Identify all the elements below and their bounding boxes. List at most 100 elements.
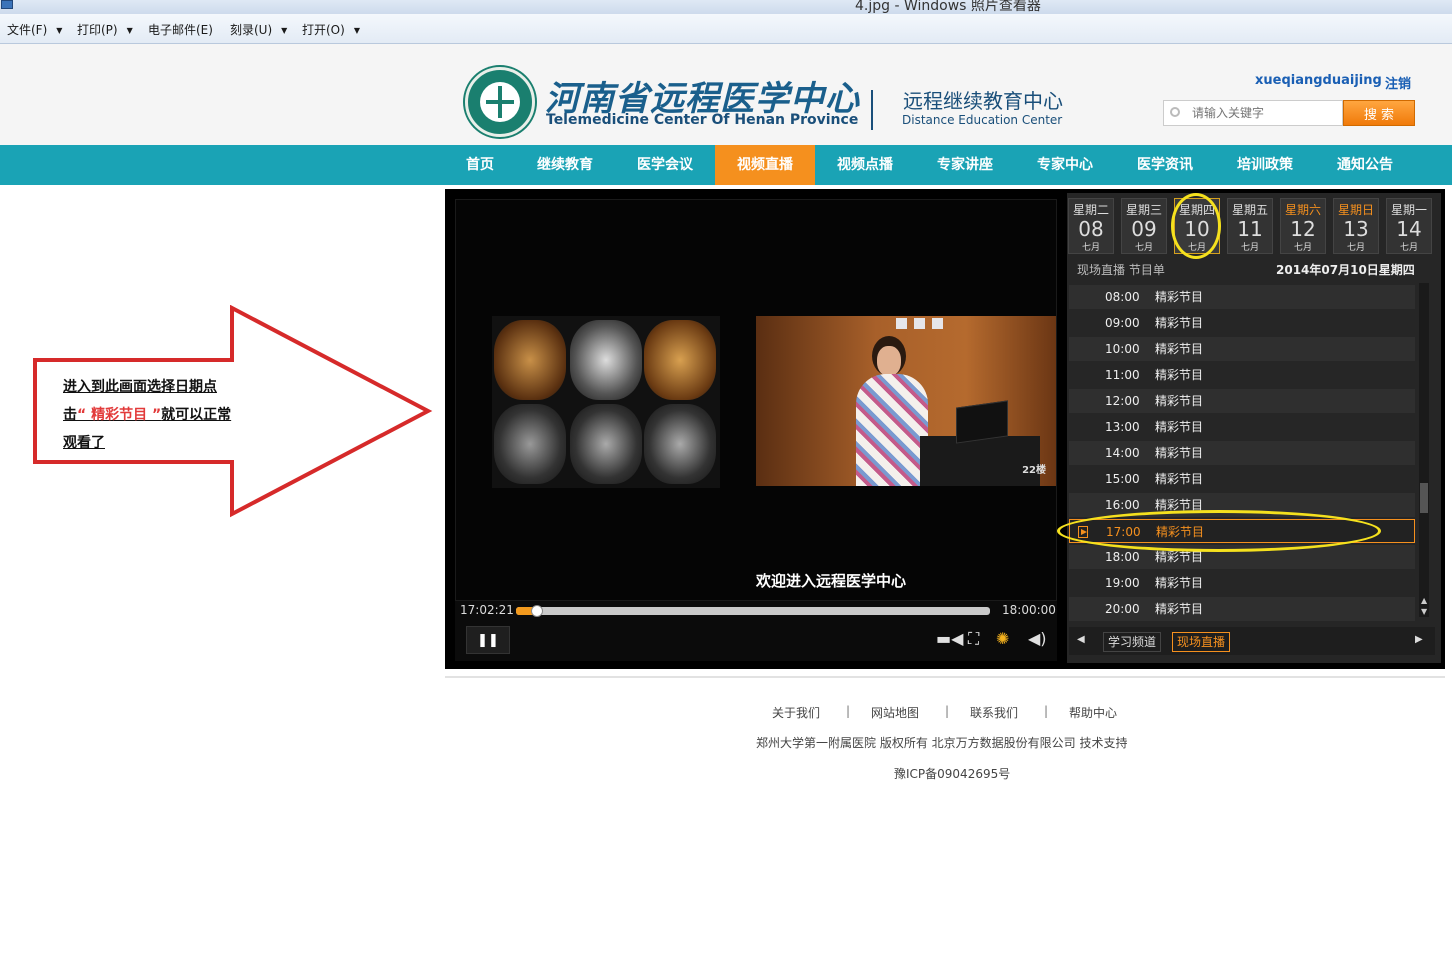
program-row[interactable]: 14:00 精彩节目 bbox=[1069, 441, 1415, 465]
nav-live-video[interactable]: 视频直播 bbox=[715, 145, 815, 185]
fullscreen-icon[interactable]: ⛶ bbox=[968, 629, 979, 649]
chevron-right-icon[interactable]: ▶ bbox=[1415, 634, 1423, 645]
day-weekday: 星期五 bbox=[1231, 203, 1268, 217]
program-name[interactable]: 精彩节目 bbox=[1155, 285, 1203, 309]
nav-training-policy[interactable]: 培训政策 bbox=[1225, 145, 1305, 185]
program-name[interactable]: 精彩节目 bbox=[1155, 337, 1203, 361]
program-row[interactable]: 09:00 精彩节目 bbox=[1069, 311, 1415, 335]
current-time: 17:02:21 bbox=[460, 603, 514, 617]
volume-icon[interactable]: ◀) bbox=[1028, 629, 1047, 648]
menu-open[interactable]: 打开(O) ▼ bbox=[302, 21, 360, 38]
day-month: 七月 bbox=[1399, 243, 1418, 253]
menu-print-label: 打印(P) bbox=[77, 23, 118, 37]
footer-separator: | bbox=[846, 704, 851, 718]
program-name[interactable]: 精彩节目 bbox=[1155, 597, 1203, 621]
date-cell[interactable]: 星期二 08 七月 bbox=[1068, 198, 1114, 254]
program-name[interactable]: 精彩节目 bbox=[1155, 311, 1203, 335]
progress-bar[interactable] bbox=[516, 607, 990, 615]
day-weekday: 星期日 bbox=[1337, 203, 1374, 217]
logout-link[interactable]: 注销 bbox=[1385, 73, 1411, 92]
search-box bbox=[1163, 100, 1343, 126]
menu-file[interactable]: 文件(F) ▼ bbox=[7, 21, 62, 38]
schedule-label: 现场直播 节目单 bbox=[1077, 263, 1165, 277]
program-row[interactable]: 10:00 精彩节目 bbox=[1069, 337, 1415, 361]
program-name[interactable]: 精彩节目 bbox=[1155, 467, 1203, 491]
program-time: 15:00 bbox=[1105, 472, 1140, 486]
program-row[interactable]: 19:00 精彩节目 bbox=[1069, 571, 1415, 595]
nav-notices[interactable]: 通知公告 bbox=[1325, 145, 1405, 185]
program-row[interactable]: 13:00 精彩节目 bbox=[1069, 415, 1415, 439]
day-month: 七月 bbox=[1293, 243, 1312, 253]
nav-home[interactable]: 首页 bbox=[455, 145, 505, 185]
chevron-left-icon[interactable]: ◀ bbox=[1077, 634, 1085, 645]
search-input[interactable] bbox=[1192, 104, 1340, 122]
schedule-scrollbar[interactable] bbox=[1419, 283, 1429, 617]
lightbulb-icon[interactable]: ✺ bbox=[996, 629, 1009, 648]
nav-medical-conference[interactable]: 医学会议 bbox=[625, 145, 705, 185]
program-row[interactable]: 20:00 精彩节目 bbox=[1069, 597, 1415, 621]
menu-open-label: 打开(O) bbox=[302, 23, 345, 37]
day-weekday: 星期二 bbox=[1072, 203, 1109, 217]
scroll-up-icon[interactable]: ▲ bbox=[1421, 596, 1427, 605]
menu-print[interactable]: 打印(P) ▼ bbox=[77, 21, 133, 38]
program-name[interactable]: 精彩节目 bbox=[1155, 389, 1203, 413]
nav-medical-news[interactable]: 医学资讯 bbox=[1125, 145, 1205, 185]
program-name[interactable]: 精彩节目 bbox=[1155, 441, 1203, 465]
menu-email[interactable]: 电子邮件(E) bbox=[148, 21, 213, 38]
program-time: 12:00 bbox=[1105, 394, 1140, 408]
username-link[interactable]: xueqiangduaijing bbox=[1255, 73, 1382, 88]
program-time: 11:00 bbox=[1105, 368, 1140, 382]
menu-burn-label: 刻录(U) bbox=[230, 23, 273, 37]
total-time: 18:00:00 bbox=[1002, 603, 1056, 617]
nav-expert-center[interactable]: 专家中心 bbox=[1025, 145, 1105, 185]
footer-link-about[interactable]: 关于我们 bbox=[772, 704, 820, 721]
tab-study-channel[interactable]: 学习频道 bbox=[1103, 632, 1162, 652]
footer-link-help[interactable]: 帮助中心 bbox=[1069, 704, 1117, 721]
progress-handle[interactable] bbox=[531, 605, 543, 617]
date-cell[interactable]: 星期六 12 七月 bbox=[1280, 198, 1326, 254]
date-cell[interactable]: 星期日 13 七月 bbox=[1333, 198, 1379, 254]
menu-burn[interactable]: 刻录(U) ▼ bbox=[230, 21, 287, 38]
annotation-suffix: 就可以正常 bbox=[161, 407, 232, 423]
copyright-text: 郑州大学第一附属医院 版权所有 北京万方数据股份有限公司 技术支持 bbox=[756, 736, 1128, 750]
site-logo-emblem[interactable] bbox=[465, 67, 535, 137]
program-name[interactable]: 精彩节目 bbox=[1155, 415, 1203, 439]
nav-continuing-education[interactable]: 继续教育 bbox=[525, 145, 605, 185]
program-row[interactable]: 15:00 精彩节目 bbox=[1069, 467, 1415, 491]
nav-video-on-demand[interactable]: 视频点播 bbox=[825, 145, 905, 185]
program-row[interactable]: 11:00 精彩节目 bbox=[1069, 363, 1415, 387]
annotation-prefix: 击 bbox=[63, 407, 77, 423]
search-icon bbox=[1170, 107, 1180, 117]
program-time: 10:00 bbox=[1105, 342, 1140, 356]
footer-link-contact[interactable]: 联系我们 bbox=[970, 704, 1018, 721]
scroll-down-icon[interactable]: ▼ bbox=[1421, 607, 1427, 616]
day-number: 14 bbox=[1396, 217, 1422, 241]
footer-link-sitemap[interactable]: 网站地图 bbox=[871, 704, 919, 721]
program-time: 13:00 bbox=[1105, 420, 1140, 434]
window-pane bbox=[932, 318, 943, 329]
program-name[interactable]: 精彩节目 bbox=[1155, 571, 1203, 595]
program-row[interactable]: 12:00 精彩节目 bbox=[1069, 389, 1415, 413]
date-cell[interactable]: 星期三 09 七月 bbox=[1121, 198, 1167, 254]
date-cell[interactable]: 星期五 11 七月 bbox=[1227, 198, 1273, 254]
program-row[interactable]: 08:00 精彩节目 bbox=[1069, 285, 1415, 309]
program-time: 09:00 bbox=[1105, 316, 1140, 330]
tab-live-channel[interactable]: 现场直播 bbox=[1172, 632, 1231, 652]
video-caption: 欢迎进入远程医学中心 bbox=[756, 572, 907, 590]
day-weekday: 星期三 bbox=[1125, 203, 1162, 217]
program-name[interactable]: 精彩节目 bbox=[1155, 363, 1203, 387]
chevron-down-icon: ▼ bbox=[281, 26, 288, 35]
menu-email-label: 电子邮件(E) bbox=[148, 23, 213, 37]
lecturer-body bbox=[856, 374, 928, 486]
chevron-down-icon: ▼ bbox=[353, 26, 360, 35]
education-center-subtitle: Distance Education Center bbox=[902, 113, 1063, 127]
camera-icon[interactable]: ▬◀ bbox=[936, 629, 963, 648]
date-cell[interactable]: 星期一 14 七月 bbox=[1386, 198, 1432, 254]
camera-label: 22楼 bbox=[1022, 465, 1046, 476]
schedule-scroll-thumb[interactable] bbox=[1420, 483, 1428, 513]
pause-button[interactable]: ❚❚ bbox=[466, 626, 510, 654]
search-button[interactable]: 搜 索 bbox=[1343, 100, 1415, 126]
icp-license: 豫ICP备09042695号 bbox=[894, 767, 1011, 781]
nav-expert-lectures[interactable]: 专家讲座 bbox=[925, 145, 1005, 185]
scan-image bbox=[644, 404, 716, 484]
